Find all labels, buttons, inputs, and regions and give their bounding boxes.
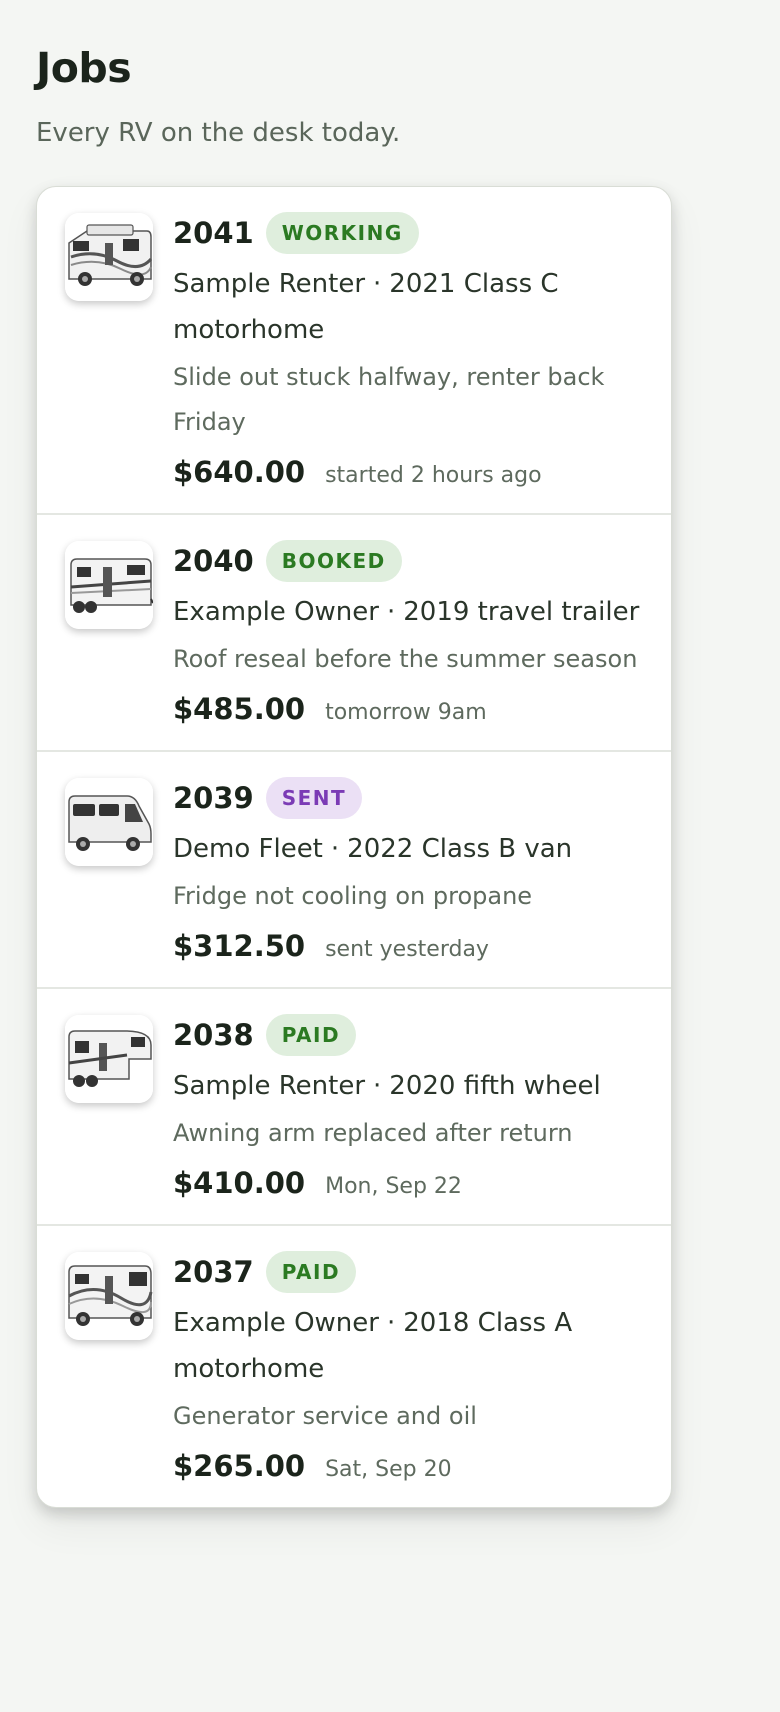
separator-dot: ·: [386, 597, 396, 627]
separator-dot: ·: [386, 1308, 396, 1338]
separator-dot: ·: [330, 834, 340, 864]
job-header: 2037 PAID: [173, 1250, 643, 1294]
job-timestamp: sent yesterday: [325, 937, 489, 962]
customer-name: Demo Fleet: [173, 834, 323, 864]
job-amount: $640.00: [173, 455, 306, 489]
job-row[interactable]: 2040 BOOKED Example Owner · 2019 travel tr…: [37, 515, 671, 752]
fifth-wheel-thumbnail: [65, 1015, 153, 1103]
vehicle-name: 2020 fifth wheel: [389, 1071, 601, 1101]
job-info: 2038 PAID Sample Renter · 2020 fifth wheel…: [173, 1013, 643, 1200]
status-badge: PAID: [265, 1251, 357, 1293]
jobs-page: Jobs Every RV on the desk today. 2041 WO…: [0, 0, 780, 1508]
job-footer: $265.00 Sat, Sep 20: [173, 1449, 643, 1483]
class-a-motorhome-thumbnail: [65, 1252, 153, 1340]
job-info: 2040 BOOKED Example Owner · 2019 travel tr…: [173, 539, 643, 726]
job-amount: $410.00: [173, 1166, 306, 1200]
job-description: Generator service and oil: [173, 1402, 477, 1430]
customer-name: Example Owner: [173, 1308, 379, 1338]
job-customer-vehicle: Example Owner · 2018 Class A motorhome: [173, 1300, 643, 1392]
fifth-wheel-icon: [65, 1015, 153, 1103]
class-a-motorhome-icon: [65, 1252, 153, 1340]
job-row[interactable]: 2041 WORKING Sample Renter · 2021 Class C …: [37, 187, 671, 515]
vehicle-name: 2019 travel trailer: [403, 597, 640, 627]
separator-dot: ·: [373, 1071, 382, 1101]
class-b-van-icon: [65, 778, 153, 866]
job-row[interactable]: 2039 SENT Demo Fleet · 2022 Class B van Fr…: [37, 752, 671, 989]
job-number: 2040: [173, 544, 254, 578]
class-c-motorhome-icon: [65, 213, 153, 301]
job-info: 2037 PAID Example Owner · 2018 Class A mot…: [173, 1250, 643, 1483]
job-number: 2039: [173, 781, 254, 815]
job-customer-vehicle: Sample Renter · 2020 fifth wheel: [173, 1063, 643, 1109]
travel-trailer-icon: [65, 541, 153, 629]
job-header: 2040 BOOKED: [173, 539, 643, 583]
job-row[interactable]: 2038 PAID Sample Renter · 2020 fifth wheel…: [37, 989, 671, 1226]
page-subtitle: Every RV on the desk today.: [36, 118, 401, 148]
job-number: 2041: [173, 216, 254, 250]
job-timestamp: started 2 hours ago: [325, 463, 542, 488]
job-header: 2038 PAID: [173, 1013, 643, 1057]
jobs-list: 2041 WORKING Sample Renter · 2021 Class C …: [36, 186, 672, 1508]
job-description: Roof reseal before the summer season: [173, 645, 638, 673]
job-customer-vehicle: Sample Renter · 2021 Class C motorhome: [173, 261, 643, 353]
job-amount: $312.50: [173, 929, 306, 963]
status-badge: WORKING: [265, 212, 419, 254]
status-badge: BOOKED: [265, 540, 402, 582]
page-title: Jobs: [36, 44, 132, 92]
job-header: 2041 WORKING: [173, 211, 643, 255]
job-timestamp: Sat, Sep 20: [325, 1457, 452, 1482]
customer-name: Example Owner: [173, 597, 379, 627]
customer-name: Sample Renter: [173, 269, 366, 299]
job-description: Slide out stuck halfway, renter back Fri…: [173, 363, 605, 436]
job-info: 2041 WORKING Sample Renter · 2021 Class C …: [173, 211, 643, 489]
job-header: 2039 SENT: [173, 776, 643, 820]
vehicle-name: 2022 Class B van: [347, 834, 573, 864]
job-number: 2038: [173, 1018, 254, 1052]
class-b-van-thumbnail: [65, 778, 153, 866]
job-description: Fridge not cooling on propane: [173, 882, 533, 910]
job-description: Awning arm replaced after return: [173, 1119, 573, 1147]
job-customer-vehicle: Example Owner · 2019 travel trailer: [173, 589, 643, 635]
job-number: 2037: [173, 1255, 254, 1289]
job-info: 2039 SENT Demo Fleet · 2022 Class B van Fr…: [173, 776, 643, 963]
job-row[interactable]: 2037 PAID Example Owner · 2018 Class A mot…: [37, 1226, 671, 1507]
class-c-motorhome-thumbnail: [65, 213, 153, 301]
travel-trailer-thumbnail: [65, 541, 153, 629]
job-footer: $410.00 Mon, Sep 22: [173, 1166, 643, 1200]
job-amount: $265.00: [173, 1449, 306, 1483]
job-footer: $485.00 tomorrow 9am: [173, 692, 643, 726]
status-badge: PAID: [265, 1014, 357, 1056]
job-footer: $640.00 started 2 hours ago: [173, 455, 643, 489]
status-badge: SENT: [265, 777, 363, 819]
separator-dot: ·: [373, 269, 382, 299]
job-timestamp: tomorrow 9am: [325, 700, 487, 725]
job-footer: $312.50 sent yesterday: [173, 929, 643, 963]
job-customer-vehicle: Demo Fleet · 2022 Class B van: [173, 826, 643, 872]
job-amount: $485.00: [173, 692, 306, 726]
job-timestamp: Mon, Sep 22: [325, 1174, 462, 1199]
customer-name: Sample Renter: [173, 1071, 366, 1101]
